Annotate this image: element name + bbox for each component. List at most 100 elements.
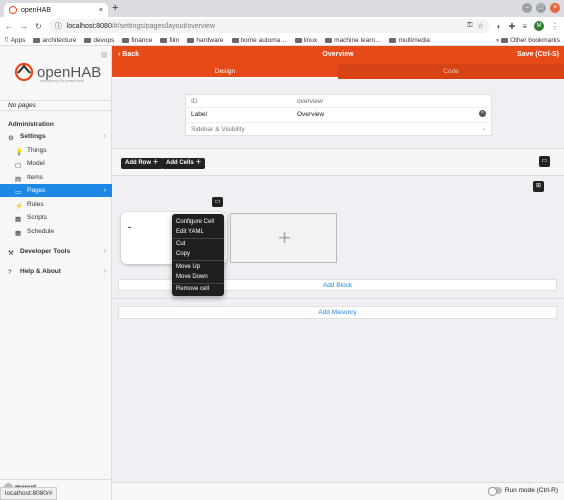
reload-icon[interactable]: ↻ <box>35 22 42 31</box>
menu-item-edit-yaml[interactable]: Edit YAML <box>176 229 204 235</box>
info-icon[interactable]: ⓘ <box>55 21 62 31</box>
bookmark-folder[interactable]: hardware <box>187 37 224 44</box>
bookmark-folder[interactable]: machine learn… <box>325 37 381 44</box>
bookmark-folder[interactable]: film <box>160 37 179 44</box>
forward-arrow-icon[interactable]: → <box>20 22 28 31</box>
label-row[interactable]: Label Overview × <box>186 108 493 123</box>
bookmark-folder[interactable]: multimedia <box>389 37 430 44</box>
window-controls: – □ × <box>522 3 560 13</box>
administration-heading: Administration <box>8 121 54 128</box>
column-settings-button[interactable]: ⊞ <box>533 181 544 192</box>
add-cell-placeholder[interactable]: + <box>230 213 337 263</box>
sidebar-item-schedule[interactable]: ▦ Schedule <box>0 225 112 238</box>
close-window-icon[interactable]: × <box>550 3 560 13</box>
browser-toolbar: ← → ↻ ⓘ localhost:8080/#/settings/pages/… <box>0 17 564 35</box>
folder-icon <box>122 37 130 43</box>
bookmark-folder[interactable]: architecture <box>33 37 76 44</box>
bookmark-folder[interactable]: finance <box>122 37 152 44</box>
bookmark-folder[interactable]: linux <box>294 37 317 44</box>
media-icon[interactable]: ≡ <box>522 22 527 31</box>
menu-item-move-down[interactable]: Move Down <box>176 274 208 280</box>
save-button[interactable]: Save (Ctrl-S) <box>517 51 559 58</box>
cell-context-menu: Configure Cell Edit YAML Cut Copy Move U… <box>172 214 224 296</box>
bookmark-apps[interactable]: ⠿ Apps <box>4 36 25 44</box>
run-mode-toggle[interactable]: Run mode (Ctrl-R) <box>487 487 558 496</box>
extension-icon[interactable]: ◐ <box>497 22 502 31</box>
chevron-icon: › <box>103 248 106 255</box>
address-bar[interactable]: ⓘ localhost:8080/#/settings/pages/layout… <box>48 19 490 33</box>
calendar-icon: ▦ <box>15 229 22 237</box>
bookmark-folder[interactable]: devops <box>84 37 114 44</box>
apps-grid-icon: ⠿ <box>4 37 9 44</box>
folder-icon <box>389 37 397 43</box>
sidebar-item-developer-tools[interactable]: ⚒ Developer Tools › <box>0 245 112 258</box>
tab-code[interactable]: Code <box>338 64 564 79</box>
bulb-icon: 💡 <box>15 148 24 156</box>
menu-item-cut[interactable]: Cut <box>176 241 185 247</box>
close-tab-icon[interactable]: × <box>99 7 103 14</box>
menu-item-copy[interactable]: Copy <box>176 251 190 257</box>
sidebar: ⊟ openHAB empowering the smart home No p… <box>0 46 112 500</box>
menu-divider <box>172 260 224 261</box>
back-arrow-icon[interactable]: ← <box>5 22 13 31</box>
sidebar-item-help-about[interactable]: ? Help & About › <box>0 265 112 278</box>
plus-icon: ＋ <box>195 160 202 166</box>
gear-icon: ⚙ <box>8 134 14 142</box>
items-icon: ▤ <box>15 175 22 183</box>
add-row-button[interactable]: Add Row ＋ <box>121 158 163 169</box>
menu-item-remove-cell[interactable]: Remove cell <box>176 286 209 292</box>
id-row: ID overview <box>186 95 493 108</box>
id-label: ID <box>191 98 198 105</box>
toggle-switch[interactable] <box>487 487 502 496</box>
star-icon[interactable]: ☆ <box>478 22 484 30</box>
new-tab-button[interactable]: + <box>112 2 118 14</box>
cell-title: - <box>128 222 131 232</box>
browser-tab-title: openHAB <box>21 6 51 14</box>
label-input[interactable]: Overview <box>297 111 324 118</box>
openhab-favicon-icon <box>9 6 17 14</box>
other-bookmarks[interactable]: » Other bookmarks <box>496 37 560 44</box>
brand-tagline: empowering the smart home <box>40 79 85 83</box>
label-label: Label <box>191 111 207 118</box>
sidebar-item-items[interactable]: ▤ Items <box>0 171 112 184</box>
sidebar-toggle-icon[interactable]: ⊟ <box>101 51 107 59</box>
sidebar-item-things[interactable]: 💡 Things <box>0 144 112 157</box>
menu-divider <box>172 283 224 284</box>
maximize-icon[interactable]: □ <box>536 3 546 13</box>
bookmarks-bar: ⠿ Apps architecture devops finance film … <box>0 35 564 46</box>
model-icon: ▢ <box>15 161 22 169</box>
add-masonry-button[interactable]: Add Masonry <box>118 306 557 319</box>
help-icon: ? <box>8 268 12 276</box>
divider <box>112 298 564 299</box>
cell-settings-button[interactable]: ▭ <box>212 197 223 207</box>
key-icon[interactable]: ⚿ <box>467 22 472 30</box>
browser-tab[interactable]: openHAB × <box>4 3 108 17</box>
minimize-icon[interactable]: – <box>522 3 532 13</box>
sidebar-item-model[interactable]: ▢ Model <box>0 157 112 170</box>
app-header: ‹ Back Overview Save (Ctrl-S) <box>112 46 564 64</box>
sidebar-visibility-row[interactable]: Sidebar & Visibility › <box>186 123 493 136</box>
openhab-logo: openHAB empowering the smart home <box>14 60 104 84</box>
bookmark-folder[interactable]: home automa… <box>231 37 287 44</box>
chevron-icon: › <box>103 187 106 194</box>
sidebar-item-settings[interactable]: ⚙ Settings › <box>0 130 112 143</box>
plus-icon: + <box>278 225 291 250</box>
folder-icon <box>187 37 195 43</box>
plus-icon: ＋ <box>152 160 159 166</box>
chevron-icon: › <box>103 268 106 275</box>
folder-icon <box>294 37 302 43</box>
folder-icon <box>231 37 239 43</box>
puzzle-icon[interactable]: ✚ <box>509 22 516 31</box>
sidebar-item-rules[interactable]: ⚡ Rules <box>0 198 112 211</box>
add-cells-button[interactable]: Add Cells ＋ <box>162 158 206 169</box>
menu-item-move-up[interactable]: Move Up <box>176 264 200 270</box>
page-title: Overview <box>322 51 354 58</box>
menu-item-configure-cell[interactable]: Configure Cell <box>176 219 214 225</box>
sidebar-item-scripts[interactable]: ▦ Scripts <box>0 211 112 224</box>
row-settings-button[interactable]: ▭ <box>539 156 550 167</box>
profile-avatar[interactable]: M <box>534 21 544 31</box>
menu-dots-icon[interactable]: ⋮ <box>551 22 559 31</box>
sidebar-item-pages[interactable]: ▭ Pages › <box>0 184 112 197</box>
clear-input-icon[interactable]: × <box>479 110 486 117</box>
folder-icon <box>160 37 168 43</box>
